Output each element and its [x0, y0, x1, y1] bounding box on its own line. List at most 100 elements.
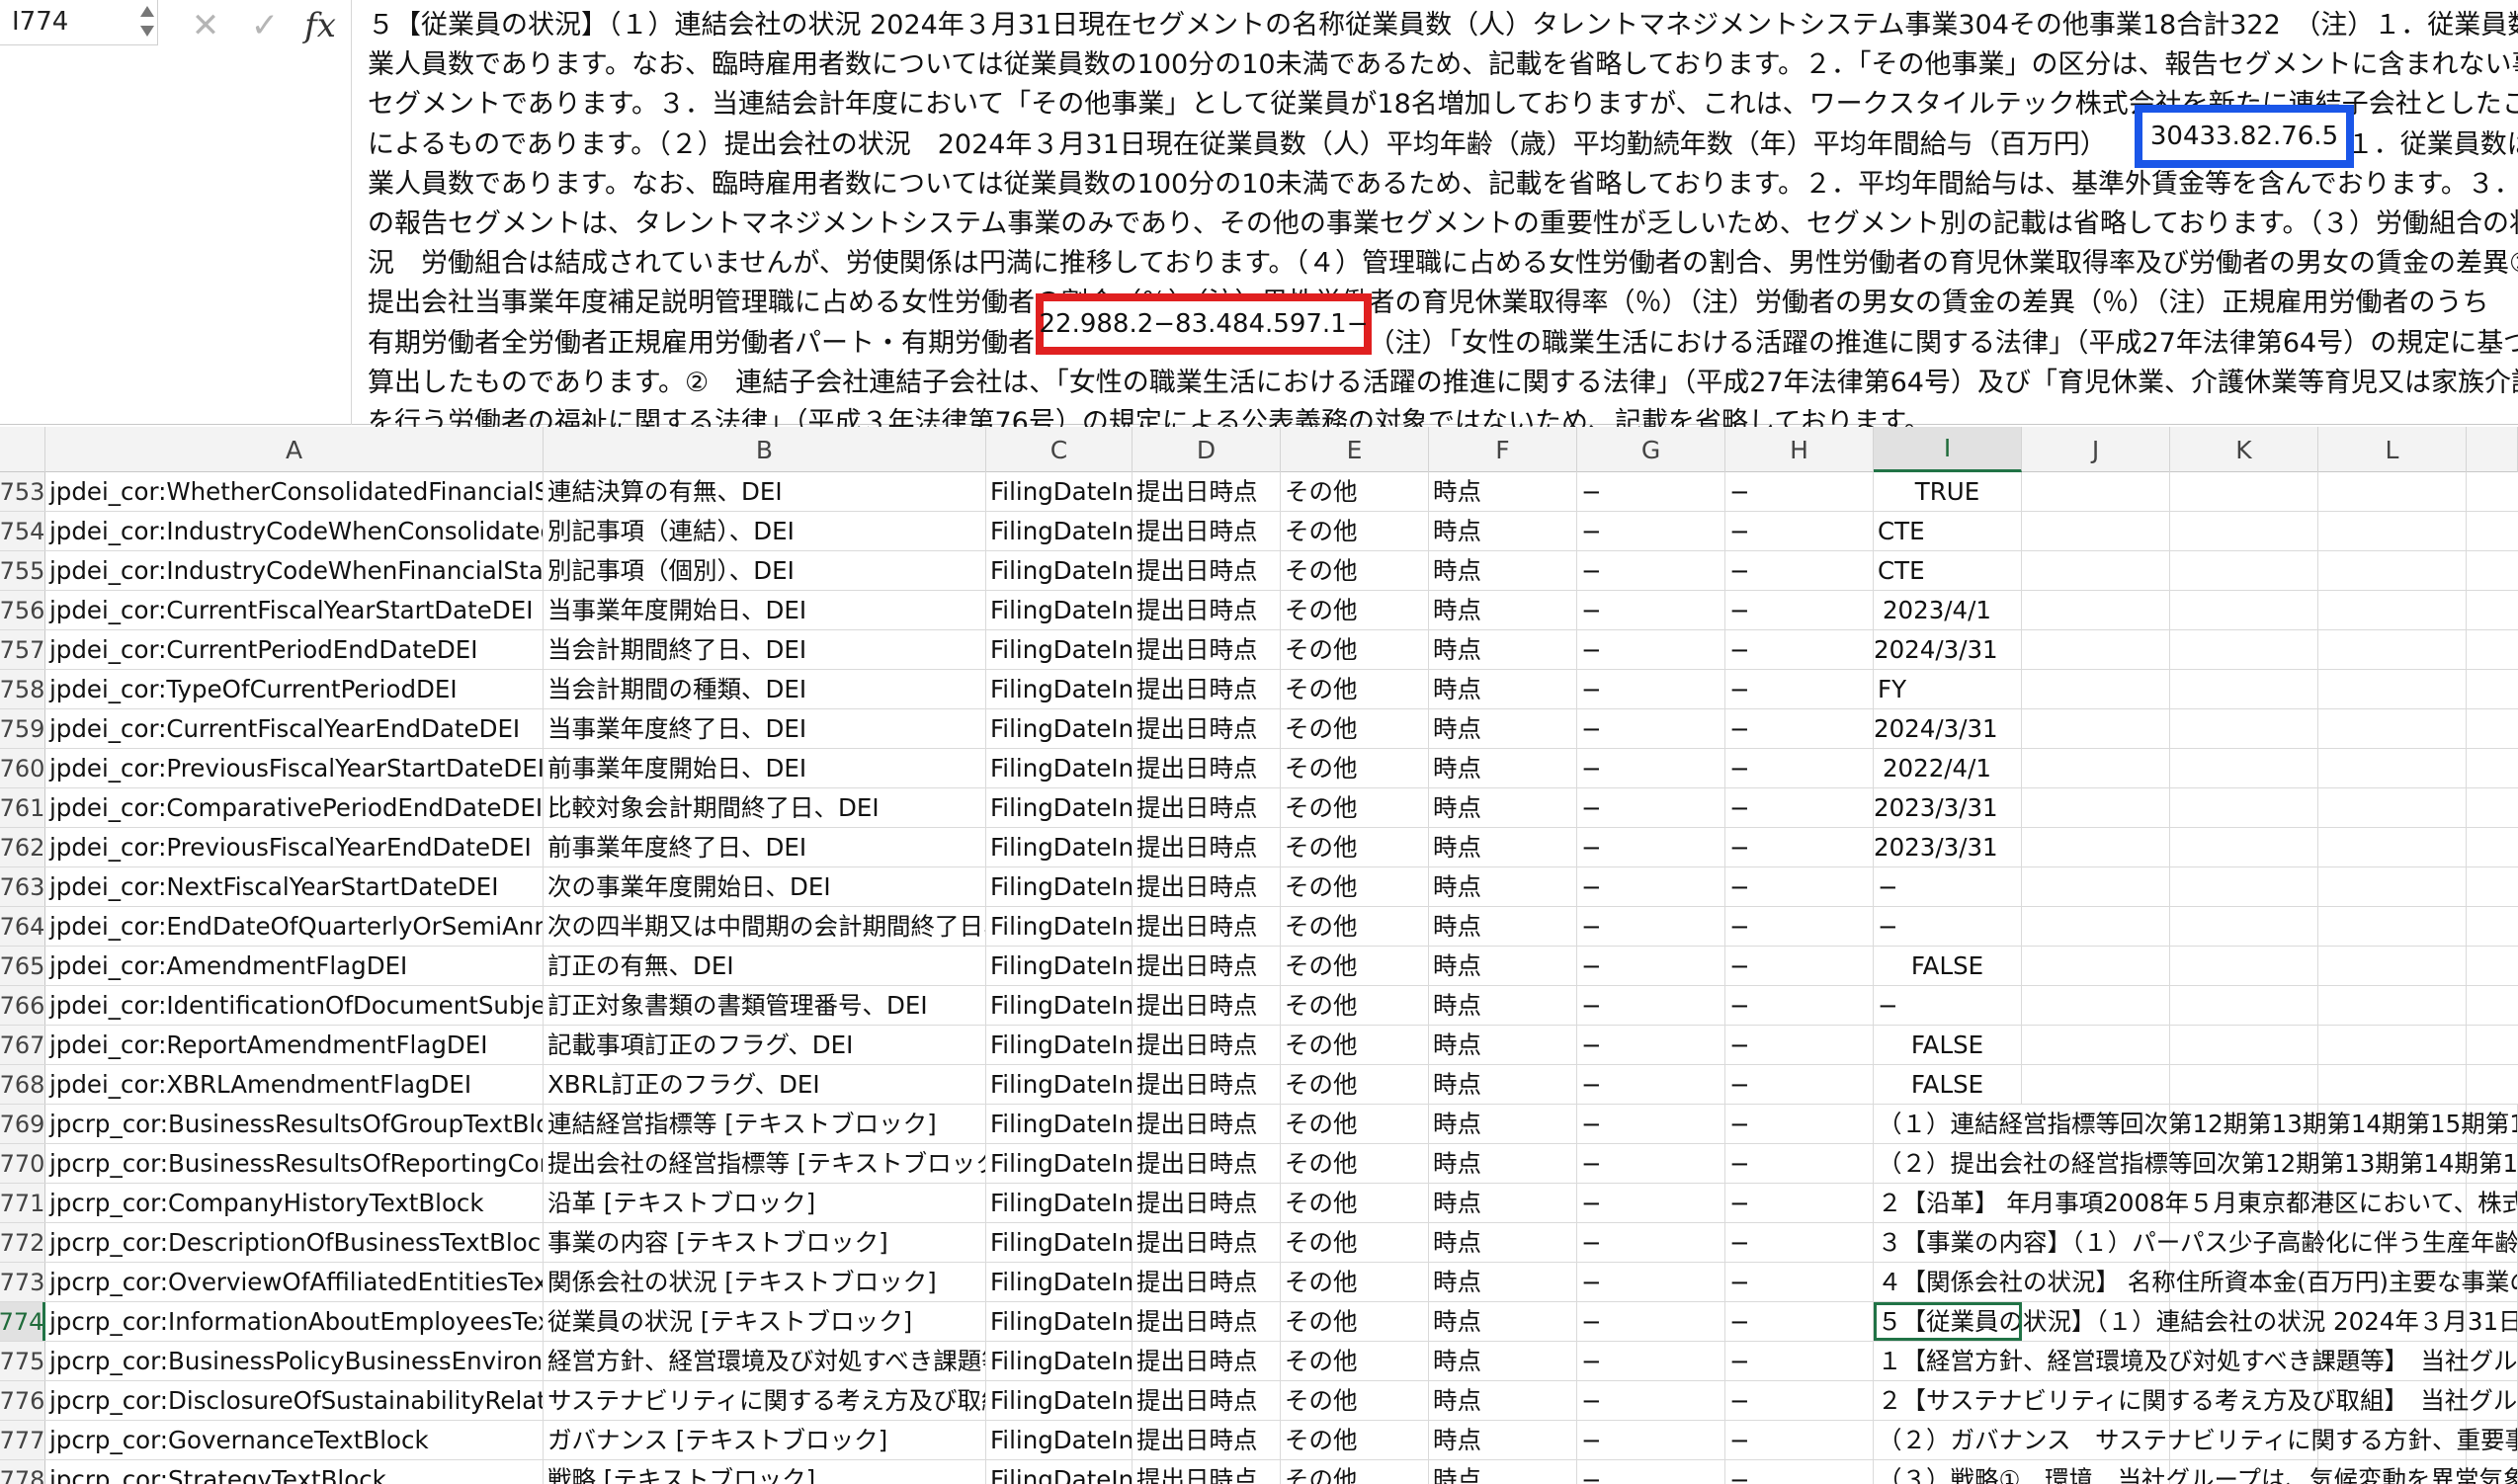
column-header-a[interactable]: A	[45, 427, 544, 472]
cell-h[interactable]: −	[1725, 630, 1874, 669]
cell-a[interactable]: jpcrp_cor:DescriptionOfBusinessTextBlock	[45, 1223, 544, 1262]
cell-i[interactable]: （２）ガバナンス サステナビリティに関する方針、重要事項	[1874, 1421, 2518, 1459]
cell-a[interactable]: jpcrp_cor:BusinessResultsOfReportingComp…	[45, 1144, 544, 1183]
cell-b[interactable]: 当事業年度開始日、DEI	[544, 591, 986, 629]
cell-l[interactable]	[2318, 828, 2467, 866]
cell-d[interactable]: 提出日時点	[1133, 1342, 1281, 1380]
cell-h[interactable]: −	[1725, 1026, 1874, 1064]
cell-i[interactable]: ２【サステナビリティに関する考え方及び取組】 当社グループ	[1874, 1381, 2518, 1420]
cell-l[interactable]	[2318, 512, 2467, 550]
cell-j[interactable]	[2022, 986, 2170, 1025]
cell-i[interactable]: （３）戦略① 環境 当社グループは、気候変動を異常気象	[1874, 1460, 2518, 1484]
cell-h[interactable]: −	[1725, 591, 1874, 629]
cell-d[interactable]: 提出日時点	[1133, 709, 1281, 748]
cell-g[interactable]: −	[1577, 512, 1725, 550]
cell-f[interactable]: 時点	[1429, 551, 1577, 590]
cell-g[interactable]: −	[1577, 630, 1725, 669]
cell-g[interactable]: −	[1577, 1105, 1725, 1143]
row-number[interactable]: 756	[0, 591, 45, 629]
cell-a[interactable]: jpdei_cor:IndustryCodeWhenFinancialState…	[45, 551, 544, 590]
cell-f[interactable]: 時点	[1429, 1144, 1577, 1183]
cell-f[interactable]: 時点	[1429, 1184, 1577, 1222]
cell-k[interactable]	[2170, 1026, 2318, 1064]
cell-j[interactable]	[2022, 1065, 2170, 1104]
cell-i[interactable]: 2023/4/1	[1874, 591, 2022, 629]
cell-c[interactable]: FilingDateInstant	[986, 551, 1133, 590]
cell-e[interactable]: その他	[1281, 1342, 1429, 1380]
cell-e[interactable]: その他	[1281, 1184, 1429, 1222]
cell-e[interactable]: その他	[1281, 551, 1429, 590]
cell-b[interactable]: サステナビリティに関する考え方及び取組 [テキストブロック]	[544, 1381, 986, 1420]
cell-d[interactable]: 提出日時点	[1133, 1144, 1281, 1183]
cell-f[interactable]: 時点	[1429, 1381, 1577, 1420]
cell-i[interactable]: ４【関係会社の状況】 名称住所資本金(百万円)主要な事業の内容	[1874, 1263, 2518, 1301]
cell-a[interactable]: jpdei_cor:PreviousFiscalYearStartDateDEI	[45, 749, 544, 787]
cell-l[interactable]	[2318, 591, 2467, 629]
row-number[interactable]: 760	[0, 749, 45, 787]
cell-l[interactable]	[2318, 472, 2467, 511]
row-number[interactable]: 770	[0, 1144, 45, 1183]
cell-l[interactable]	[2318, 630, 2467, 669]
cell-h[interactable]: −	[1725, 749, 1874, 787]
row-number[interactable]: 763	[0, 867, 45, 906]
cell-c[interactable]: FilingDateInstant	[986, 472, 1133, 511]
cell-c[interactable]: FilingDateInstant	[986, 1342, 1133, 1380]
cell-f[interactable]: 時点	[1429, 1421, 1577, 1459]
column-header-g[interactable]: G	[1577, 427, 1725, 472]
cell-h[interactable]: −	[1725, 1223, 1874, 1262]
row-number[interactable]: 759	[0, 709, 45, 748]
cell-i[interactable]: 2023/3/31	[1874, 828, 2022, 866]
row-number[interactable]: 765	[0, 947, 45, 985]
cell-l[interactable]	[2318, 709, 2467, 748]
cell-l[interactable]	[2318, 749, 2467, 787]
cell-g[interactable]: −	[1577, 947, 1725, 985]
cell-b[interactable]: 訂正の有無、DEI	[544, 947, 986, 985]
cell-b[interactable]: 前事業年度終了日、DEI	[544, 828, 986, 866]
cell-d[interactable]: 提出日時点	[1133, 867, 1281, 906]
cell-f[interactable]: 時点	[1429, 512, 1577, 550]
cell-e[interactable]: その他	[1281, 1421, 1429, 1459]
cell-a[interactable]: jpdei_cor:PreviousFiscalYearEndDateDEI	[45, 828, 544, 866]
cell-b[interactable]: 沿革 [テキストブロック]	[544, 1184, 986, 1222]
cell-b[interactable]: 訂正対象書類の書類管理番号、DEI	[544, 986, 986, 1025]
cell-i[interactable]: ２【沿革】 年月事項2008年５月東京都港区において、株式会社	[1874, 1184, 2518, 1222]
cell-c[interactable]: FilingDateInstant	[986, 1460, 1133, 1484]
cell-a[interactable]: jpdei_cor:ComparativePeriodEndDateDEI	[45, 788, 544, 827]
row-number[interactable]: 773	[0, 1263, 45, 1301]
cell-g[interactable]: −	[1577, 670, 1725, 708]
cell-i[interactable]: 2023/3/31	[1874, 788, 2022, 827]
cell-f[interactable]: 時点	[1429, 1105, 1577, 1143]
cell-k[interactable]	[2170, 670, 2318, 708]
cell-e[interactable]: その他	[1281, 947, 1429, 985]
cell-c[interactable]: FilingDateInstant	[986, 670, 1133, 708]
cell-a[interactable]: jpcrp_cor:DisclosureOfSustainabilityRela…	[45, 1381, 544, 1420]
check-icon[interactable]: ✓	[243, 4, 287, 47]
cell-j[interactable]	[2022, 551, 2170, 590]
column-header-h[interactable]: H	[1725, 427, 1874, 472]
cell-j[interactable]	[2022, 867, 2170, 906]
chevron-up-icon[interactable]	[140, 6, 154, 17]
cell-h[interactable]: −	[1725, 472, 1874, 511]
cell-f[interactable]: 時点	[1429, 1302, 1577, 1341]
cell-k[interactable]	[2170, 630, 2318, 669]
cell-d[interactable]: 提出日時点	[1133, 1184, 1281, 1222]
cell-d[interactable]: 提出日時点	[1133, 1381, 1281, 1420]
cell-i[interactable]: −	[1874, 986, 2022, 1025]
cell-e[interactable]: その他	[1281, 1105, 1429, 1143]
cell-c[interactable]: FilingDateInstant	[986, 867, 1133, 906]
cell-e[interactable]: その他	[1281, 1144, 1429, 1183]
cell-a[interactable]: jpcrp_cor:BusinessResultsOfGroupTextBloc…	[45, 1105, 544, 1143]
cell-f[interactable]: 時点	[1429, 986, 1577, 1025]
cell-k[interactable]	[2170, 828, 2318, 866]
name-box-stepper[interactable]	[138, 4, 156, 41]
cell-h[interactable]: −	[1725, 1263, 1874, 1301]
cell-b[interactable]: 当会計期間の種類、DEI	[544, 670, 986, 708]
cell-i[interactable]: TRUE	[1874, 472, 2022, 511]
row-number[interactable]: 775	[0, 1342, 45, 1380]
name-box[interactable]: I774	[0, 0, 158, 45]
cell-i[interactable]: 2024/3/31	[1874, 630, 2022, 669]
cell-l[interactable]	[2318, 551, 2467, 590]
cell-c[interactable]: FilingDateInstant	[986, 1223, 1133, 1262]
row-number[interactable]: 762	[0, 828, 45, 866]
cell-f[interactable]: 時点	[1429, 1026, 1577, 1064]
